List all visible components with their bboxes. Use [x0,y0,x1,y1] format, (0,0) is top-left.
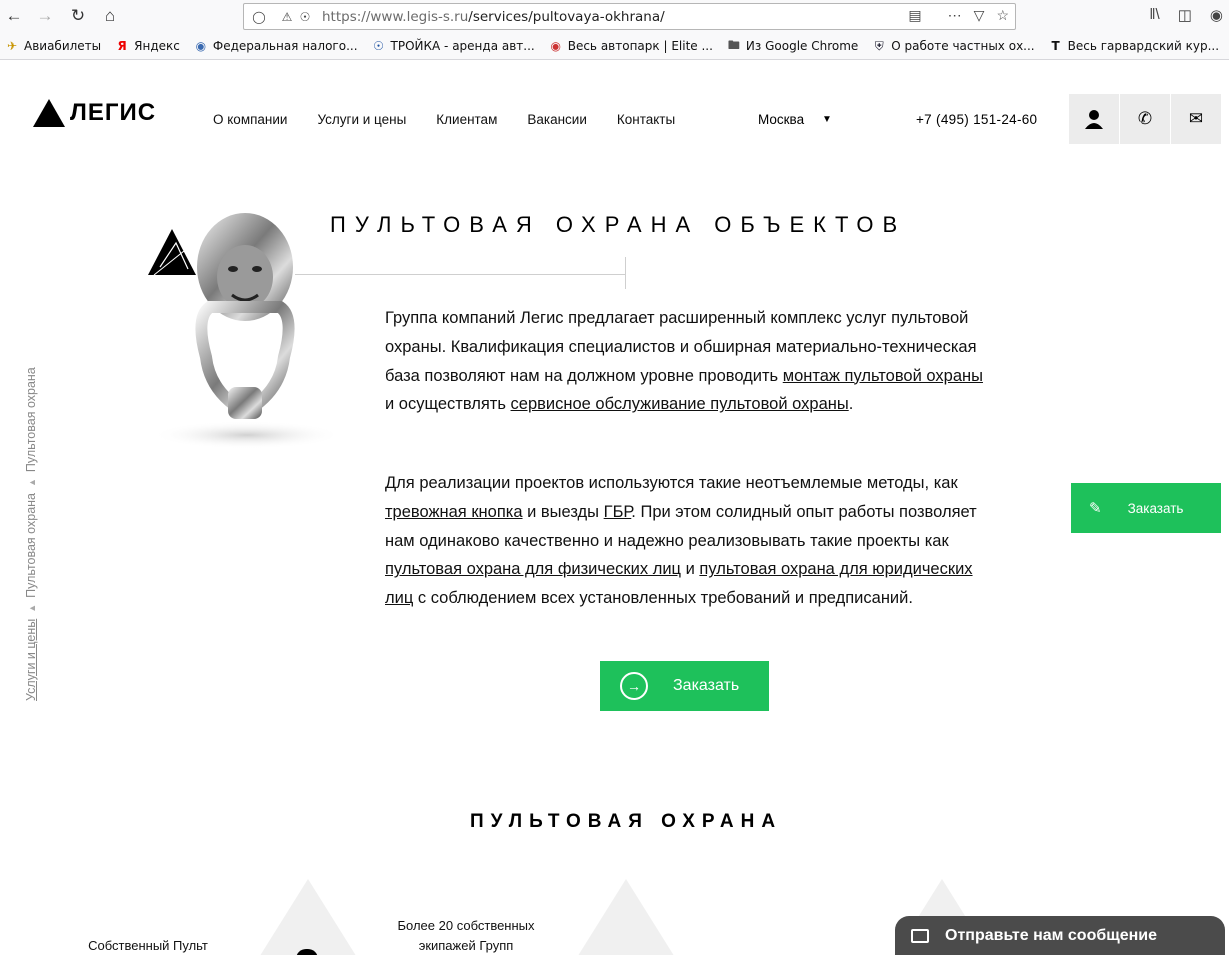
title-divider-tick [625,257,626,289]
text-run: . [848,395,854,414]
shield-icon: ⛨ [874,38,884,53]
main-nav: О компании Услуги и цены Клиентам Ваканс… [213,112,705,127]
breadcrumb-services[interactable]: Услуги и цены [24,619,38,701]
lion-knocker-image [148,213,342,449]
message-icon [911,929,929,943]
header-phone[interactable]: +7 (495) 151-24-60 [916,112,1037,127]
more-actions-icon[interactable]: ⋯ [948,7,962,24]
section-title: ПУЛЬТОВАЯ ОХРАНА [470,811,783,832]
pocket-icon[interactable]: ▽ [974,7,985,24]
feature-own-console: Собственный Пульт [88,938,208,953]
order-button[interactable]: → Заказать [600,661,769,711]
url-text[interactable]: https://www.legis-s.ru/services/pultovay… [322,9,665,25]
home-icon[interactable]: ⌂ [97,4,123,28]
bookmark-item[interactable]: ✈ Авиабилеты [4,38,101,54]
chevron-down-icon[interactable]: ▼ [822,114,832,125]
bookmark-label: Из Google Chrome [745,39,859,53]
bookmark-label: Весь гарвардский кур... [1067,39,1220,53]
bookmark-star-icon[interactable]: ☆ [996,7,1009,24]
link-individuals[interactable]: пультовая охрана для физических лиц [385,560,681,578]
bookmark-label: Весь автопарк | Elite ... [567,39,713,53]
forward-icon[interactable]: → [32,4,58,28]
city-selector[interactable]: Москва [758,112,804,127]
page-title: ПУЛЬТОВАЯ ОХРАНА ОБЪЕКТОВ [330,212,907,237]
bookmark-label: О работе частных ох... [891,39,1035,53]
reload-icon[interactable]: ↻ [65,4,91,28]
breadcrumb-current: Пультовая охрана [24,367,38,473]
link-service[interactable]: сервисное обслуживание пультовой охраны [511,395,849,413]
logo-triangle-icon [33,99,65,127]
breadcrumb-arrow-icon: ▲ [27,478,37,487]
user-icon[interactable] [1069,94,1119,144]
bookmarks-bar: ✈ Авиабилеты Я Яндекс ◉ Федеральная налого.… [0,33,1229,60]
account-icon[interactable]: ◉ [1210,6,1223,24]
url-host: https://www.legis-s.ru [322,8,469,25]
intro-paragraph: Группа компаний Легис предлагает расшире… [385,304,985,419]
bookmark-item[interactable]: ⛨ О работе частных ох... [871,38,1035,54]
car-icon: ◉ [550,39,561,53]
mail-icon[interactable]: ✉ [1171,94,1221,144]
url-path: /services/pultovaya-okhrana/ [468,8,665,25]
bookmark-item[interactable]: ◉ Федеральная налого... [193,38,358,54]
library-icon[interactable]: ‖\ [1149,6,1159,24]
t-logo-icon: T [1051,39,1060,53]
text-run: и [681,560,700,579]
autoplay-icon[interactable]: ☉ [296,8,314,26]
lock-warning-icon[interactable]: ⚠ [278,8,296,26]
breadcrumb-arrow-icon: ▲ [27,603,37,613]
shield-icon[interactable]: ◯ [250,8,268,26]
phone-icon[interactable]: ✆ [1120,94,1170,144]
folder-icon: 🖿 [727,37,740,52]
back-icon[interactable]: ← [1,4,27,28]
browser-toolbar: ← → ↻ ⌂ ◯ ⚠ ☉ https://www.legis-s.ru/ser… [0,0,1229,33]
site-logo[interactable]: ЛЕГИС [33,99,156,127]
decorative-triangle [258,879,358,955]
bookmark-label: ТРОЙКА - аренда авт... [390,39,535,53]
side-order-label: Заказать [1127,500,1184,516]
methods-paragraph: Для реализации проектов используются так… [385,469,985,613]
nav-item-about[interactable]: О компании [213,112,287,127]
reader-view-icon[interactable]: ▤ [908,7,921,24]
text-run: с соблюдением всех установленных требова… [413,589,913,608]
bookmark-item[interactable]: 🖿 Из Google Chrome [726,38,858,54]
bookmark-item[interactable]: ◉ Весь автопарк | Elite ... [548,38,713,54]
sidebar-icon[interactable]: ◫ [1178,6,1192,24]
breadcrumb: Услуги и цены ▲ Пультовая охрана ▲ Пультовая… [24,367,38,701]
title-divider [295,274,625,275]
feature-crews: Более 20 собственных экипажей Групп [397,918,535,953]
text-run: и выезды [522,502,604,521]
arrow-right-circle-icon: → [620,672,648,700]
bookmark-item[interactable]: ☉ ТРОЙКА - аренда авт... [371,38,535,54]
bookmark-label: Яндекс [134,39,180,53]
bookmark-label: Авиабилеты [24,39,102,53]
nav-item-contacts[interactable]: Контакты [617,112,675,127]
decorative-triangle [576,879,676,955]
yandex-icon: Я [117,39,127,53]
steering-wheel-icon: ☉ [373,39,384,53]
breadcrumb-item[interactable]: Пультовая охрана [24,493,38,598]
chat-widget[interactable]: Отправьте нам сообщение [895,916,1225,955]
text-run: Для реализации проектов используются так… [385,474,958,492]
url-bar[interactable]: ◯ ⚠ ☉ https://www.legis-s.ru/services/pu… [243,3,1016,30]
pencil-icon: ✎ [1089,500,1102,517]
plane-icon: ✈ [6,39,18,53]
web-page: ЛЕГИС О компании Услуги и цены Клиентам … [0,61,1229,955]
order-button-label: Заказать [673,677,740,694]
nav-item-services[interactable]: Услуги и цены [317,112,406,127]
link-install[interactable]: монтаж пультовой охраны [783,367,983,385]
logo-text: ЛЕГИС [70,99,157,126]
side-order-button[interactable]: ✎ Заказать [1071,483,1221,533]
link-gbr[interactable]: ГБР [604,503,632,521]
bookmark-item[interactable]: T Весь гарвардский кур... [1048,38,1219,54]
bookmark-item[interactable]: Я Яндекс [114,38,180,54]
text-run: и осуществлять [385,395,511,414]
tax-icon: ◉ [195,39,207,53]
bookmark-label: Федеральная налого... [212,39,358,53]
nav-item-vacancies[interactable]: Вакансии [527,112,587,127]
nav-item-clients[interactable]: Клиентам [436,112,497,127]
link-panic-button[interactable]: тревожная кнопка [385,503,523,521]
chat-label: Отправьте нам сообщение [945,927,1158,944]
